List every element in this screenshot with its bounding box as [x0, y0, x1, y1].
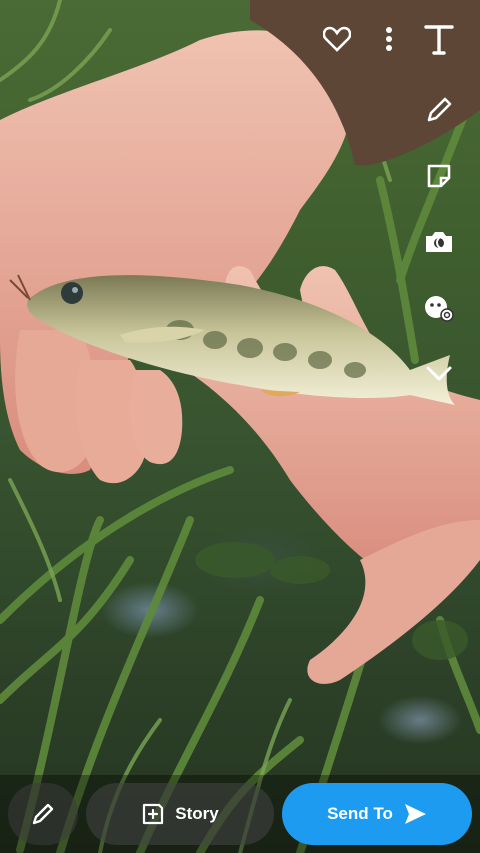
- fish-photo: [9, 274, 456, 405]
- pencil-icon[interactable]: [421, 92, 457, 128]
- send-arrow-icon: [403, 803, 427, 825]
- send-to-label: Send To: [327, 804, 393, 823]
- add-story-icon: [141, 802, 165, 826]
- edit-button[interactable]: [8, 783, 78, 845]
- emoji-icon[interactable]: [421, 290, 457, 326]
- story-button[interactable]: Story: [86, 783, 274, 845]
- story-label: Story: [175, 804, 219, 823]
- pencil-icon: [30, 801, 56, 827]
- heart-icon[interactable]: [320, 22, 354, 56]
- more-vertical-icon[interactable]: [372, 22, 406, 56]
- snap-preview-screen: Story Send To: [0, 0, 480, 853]
- chevron-down-icon[interactable]: [421, 356, 457, 392]
- lens-camera-icon[interactable]: [421, 224, 457, 260]
- bottom-action-bar: Story Send To: [0, 775, 480, 853]
- text-tool-icon[interactable]: [422, 22, 456, 56]
- send-to-button[interactable]: Send To: [282, 783, 472, 845]
- sticker-icon[interactable]: [421, 158, 457, 194]
